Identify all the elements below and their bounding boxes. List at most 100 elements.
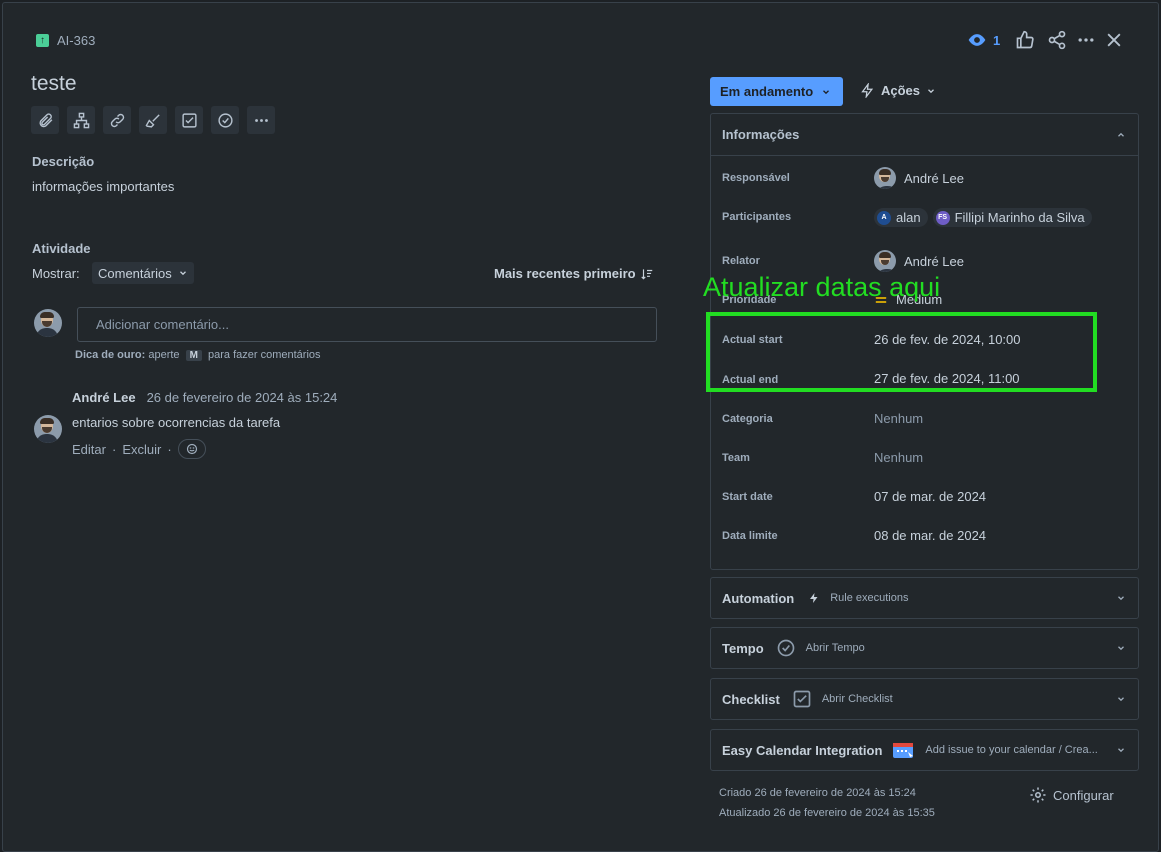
more-icon	[254, 118, 268, 122]
gear-icon	[1030, 787, 1046, 803]
story-icon: ↑	[36, 34, 49, 47]
chevron-down-icon	[1118, 697, 1124, 702]
checklist-button[interactable]	[175, 106, 203, 134]
chevron-up-icon	[1118, 132, 1124, 137]
check-circle-icon	[777, 639, 794, 657]
due-date-value[interactable]: 08 de mar. de 2024	[874, 528, 986, 543]
participant-chip[interactable]: FS Fillipi Marinho da Silva	[932, 208, 1092, 227]
reporter-field[interactable]: André Lee	[874, 250, 964, 272]
issue-key[interactable]: AI-363	[57, 33, 95, 48]
add-reaction-button[interactable]	[177, 439, 206, 459]
delete-comment-link[interactable]: Excluir	[122, 442, 161, 457]
participant-chip[interactable]: A alan	[874, 208, 928, 227]
eye-icon	[968, 34, 986, 46]
team-value[interactable]: Nenhum	[874, 450, 923, 465]
clean-button[interactable]	[139, 106, 167, 134]
more-actions-button[interactable]	[1076, 30, 1096, 50]
link-issue-button[interactable]	[103, 106, 131, 134]
reporter-avatar	[874, 250, 896, 272]
issue-modal: ↑ AI-363 1 teste Descrição informações i…	[2, 2, 1159, 852]
annotation-text: Atualizar datas aqui	[703, 272, 941, 302]
watchers-count: 1	[993, 32, 1001, 48]
participant-name: alan	[896, 210, 921, 225]
broom-icon	[145, 113, 160, 128]
annotation-highlight-box	[706, 312, 1097, 392]
comment-author-avatar[interactable]	[34, 415, 62, 443]
comment-text: entarios sobre ocorrencias da tarefa	[72, 415, 281, 430]
status-dropdown[interactable]: Em andamento	[710, 77, 843, 106]
issue-key-breadcrumb[interactable]: ↑ AI-363	[36, 33, 95, 48]
chevron-down-icon	[179, 271, 186, 276]
share-icon	[1048, 30, 1066, 50]
attach-button[interactable]	[31, 106, 59, 134]
link-icon	[110, 113, 124, 127]
comment-placeholder: Adicionar comentário...	[96, 317, 229, 332]
calendar-section[interactable]: Easy Calendar Integration Add issue to y…	[710, 729, 1139, 771]
thumbs-up-icon	[1016, 30, 1034, 49]
child-issue-button[interactable]	[67, 106, 95, 134]
close-icon	[1107, 33, 1121, 47]
separator-dot: ·	[167, 441, 172, 457]
actions-dropdown[interactable]: Ações	[860, 83, 936, 98]
more-tools-button[interactable]	[247, 106, 275, 134]
chevron-down-icon	[1118, 596, 1124, 601]
assignee-name: André Lee	[904, 170, 964, 186]
participant-name: Fillipi Marinho da Silva	[954, 210, 1085, 225]
calendar-title: Easy Calendar Integration	[722, 742, 883, 758]
assignee-avatar	[874, 167, 896, 189]
team-label: Team	[722, 452, 750, 464]
comment-input[interactable]: Adicionar comentário...	[77, 307, 657, 342]
tempo-button[interactable]	[211, 106, 239, 134]
comment-author[interactable]: André Lee	[72, 390, 136, 405]
due-date-label: Data limite	[722, 530, 778, 542]
configure-button[interactable]: Configurar	[1029, 786, 1114, 804]
description-text[interactable]: informações importantes	[32, 179, 174, 194]
calendar-icon	[893, 743, 914, 758]
close-button[interactable]	[1104, 30, 1124, 50]
comment-date[interactable]: 26 de fevereiro de 2024 às 15:24	[147, 390, 338, 405]
watch-button[interactable]: 1	[967, 30, 1000, 50]
automation-section[interactable]: Automation Rule executions	[710, 577, 1139, 619]
start-date-value[interactable]: 07 de mar. de 2024	[874, 489, 986, 504]
participant-avatar: FS	[935, 210, 950, 225]
checklist-section[interactable]: Checklist Abrir Checklist	[710, 678, 1139, 720]
comment-actions: Editar · Excluir ·	[72, 439, 206, 459]
start-date-label: Start date	[722, 491, 773, 503]
check-circle-icon	[217, 112, 233, 128]
issue-title[interactable]: teste	[31, 72, 77, 96]
calendar-sub: Add issue to your calendar / Crea...	[925, 744, 1098, 756]
automation-title: Automation	[722, 590, 795, 606]
category-value[interactable]: Nenhum	[874, 411, 923, 426]
chevron-down-icon	[928, 88, 934, 93]
sort-icon	[640, 268, 652, 279]
participants-label: Participantes	[722, 211, 792, 223]
tempo-section[interactable]: Tempo Abrir Tempo	[710, 627, 1139, 669]
activity-label: Atividade	[32, 241, 91, 256]
assignee-label: Responsável	[722, 172, 790, 184]
separator-dot: ·	[111, 441, 117, 457]
reporter-label: Relator	[722, 255, 760, 267]
tempo-title: Tempo	[722, 640, 764, 656]
created-meta: Criado 26 de fevereiro de 2024 às 15:24	[719, 787, 916, 799]
show-filter-dropdown[interactable]: Comentários	[92, 262, 194, 284]
assignee-field[interactable]: André Lee	[874, 167, 964, 189]
hierarchy-icon	[73, 112, 89, 128]
participants-field[interactable]: A alan FS Fillipi Marinho da Silva	[874, 208, 1092, 227]
tip-key: M	[185, 350, 202, 361]
participant-avatar: A	[877, 210, 891, 225]
paperclip-icon	[39, 112, 52, 127]
checkbox-icon	[793, 690, 811, 708]
checklist-sub: Abrir Checklist	[821, 693, 893, 705]
tip-post: para fazer comentários	[208, 349, 321, 361]
like-button[interactable]	[1015, 30, 1035, 50]
reporter-name: André Lee	[904, 253, 964, 269]
lightning-icon	[810, 593, 818, 603]
updated-meta: Atualizado 26 de fevereiro de 2024 às 15…	[719, 807, 935, 819]
share-button[interactable]	[1047, 30, 1067, 50]
details-panel-header[interactable]: Informações	[711, 114, 1138, 156]
edit-comment-link[interactable]: Editar	[72, 442, 106, 457]
emoji-add-icon	[186, 443, 197, 455]
sort-label: Mais recentes primeiro	[494, 266, 636, 281]
sort-toggle[interactable]: Mais recentes primeiro	[494, 266, 654, 281]
status-label: Em andamento	[720, 84, 814, 99]
